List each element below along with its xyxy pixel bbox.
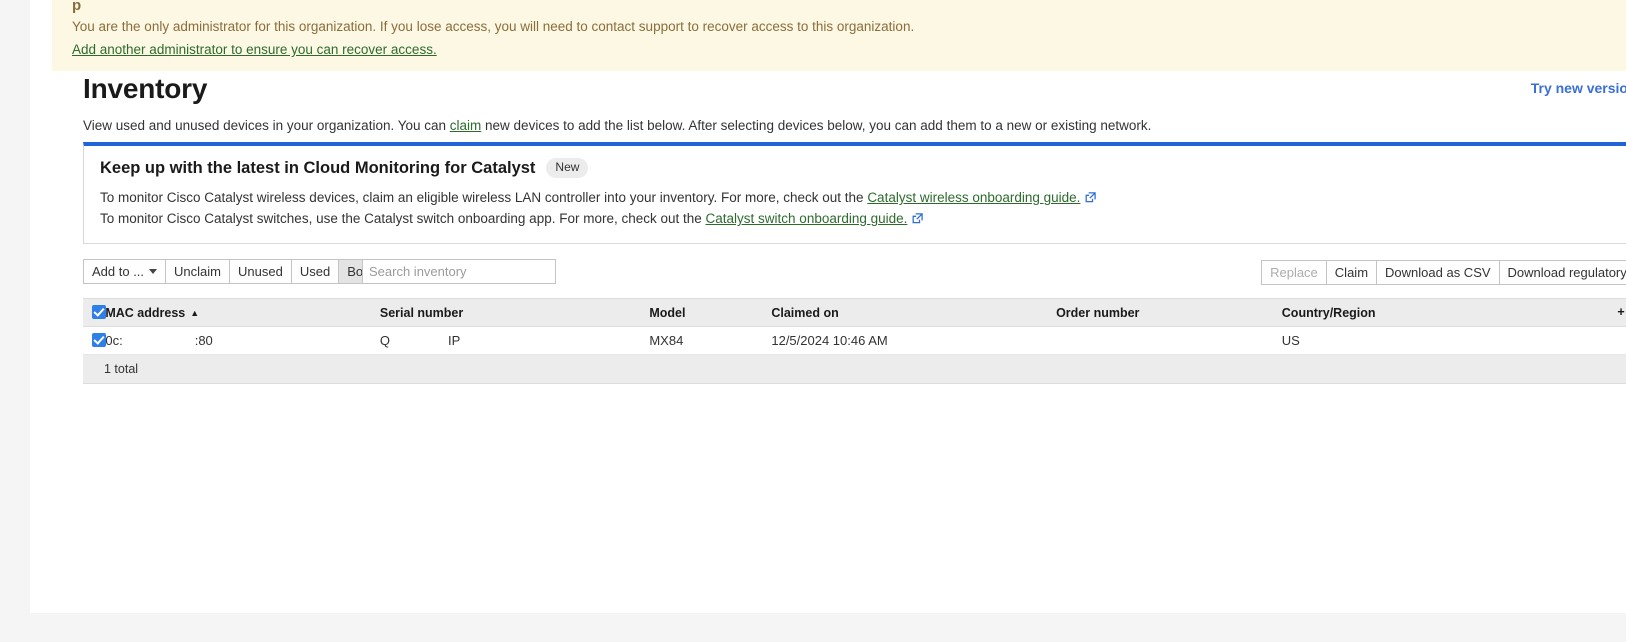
column-header-mac-address[interactable]: MAC address ▲ [105,298,380,327]
cell-mac-address: 0c: :80 [105,326,380,355]
action-button-group: Replace Claim Download as CSV Download r… [1261,260,1626,285]
download-regulatory-file-button[interactable]: Download regulatory file [1498,260,1626,285]
table-header-row: MAC address ▲ Serial number Model Claimed… [83,298,1626,327]
catalyst-switch-line: To monitor Cisco Catalyst switches, use … [100,208,1626,229]
table-total-row: 1 total [83,355,1626,384]
mac-suffix: :80 [194,333,213,348]
external-link-icon [1085,188,1097,203]
page-subtitle: View used and unused devices in your org… [83,117,1151,135]
add-administrator-link[interactable]: Add another administrator to ensure you … [72,42,437,57]
cell-order-number [1056,326,1282,355]
column-header-order-number[interactable]: Order number [1056,298,1282,327]
cell-spacer [1617,326,1626,355]
column-header-serial-number[interactable]: Serial number [379,298,650,327]
inventory-page: p You are the only administrator for thi… [30,0,1626,613]
row-select-cell [83,326,106,355]
select-all-header [83,298,106,327]
column-header-claimed-on[interactable]: Claimed on [771,298,1057,327]
external-link-icon [912,209,924,224]
cell-serial-number: Q IP [379,326,650,355]
column-header-model[interactable]: Model [649,298,772,327]
table-row[interactable]: 0c: :80 Q IP MX84 12/5/2024 10:46 AM US [83,326,1626,355]
try-new-version-link[interactable]: Try new versio [1531,80,1626,96]
add-to-label: Add to ... [92,264,145,279]
serial-prefix: Q [379,333,391,348]
inventory-toolbar: Add to ... Unclaim Unused Used Both Repl… [83,259,1626,285]
search-input[interactable] [362,259,556,284]
filter-unused-button[interactable]: Unused [229,259,291,284]
sort-ascending-icon: ▲ [190,307,200,318]
page-title-row: Inventory Try new versio [52,72,1626,112]
inventory-table: MAC address ▲ Serial number Model Claimed… [83,298,1626,355]
catalyst-callout-card: Keep up with the latest in Cloud Monitor… [83,142,1626,244]
subtitle-text-after: new devices to add the list below. After… [481,118,1152,133]
mac-prefix: 0c: [105,333,123,348]
select-all-checkbox[interactable] [92,305,106,319]
claim-link[interactable]: claim [450,118,482,133]
filter-button-group: Add to ... Unclaim Unused Used Both [83,259,383,284]
download-csv-button[interactable]: Download as CSV [1376,260,1499,285]
catalyst-wireless-line: To monitor Cisco Catalyst wireless devic… [100,187,1626,208]
catalyst-callout-title: Keep up with the latest in Cloud Monitor… [100,159,536,177]
catalyst-switch-text: To monitor Cisco Catalyst switches, use … [100,211,706,226]
subtitle-text-before: View used and unused devices in your org… [83,118,450,133]
catalyst-callout-header: Keep up with the latest in Cloud Monitor… [100,158,1626,178]
inventory-table-wrap: MAC address ▲ Serial number Model Claimed… [83,298,1626,384]
chevron-down-icon [149,269,158,274]
new-badge: New [546,158,589,178]
cell-claimed-on: 12/5/2024 10:46 AM [771,326,1057,355]
unclaim-button[interactable]: Unclaim [165,259,230,284]
catalyst-wireless-guide-link[interactable]: Catalyst wireless onboarding guide. [867,190,1080,205]
catalyst-wireless-text: To monitor Cisco Catalyst wireless devic… [100,190,868,205]
claim-button[interactable]: Claim [1325,260,1377,285]
filter-used-button[interactable]: Used [290,259,339,284]
admin-warning-banner: p You are the only administrator for thi… [52,0,1626,71]
cell-country-region: US [1281,326,1618,355]
cell-model: MX84 [649,326,772,355]
page-title: Inventory [83,73,208,104]
serial-suffix: IP [448,333,461,348]
add-to-dropdown-button[interactable]: Add to ... [83,259,166,284]
replace-button[interactable]: Replace [1261,260,1326,285]
admin-banner-heading: p [72,0,82,14]
column-header-country-region[interactable]: Country/Region [1281,298,1618,327]
row-checkbox[interactable] [92,333,106,347]
admin-banner-text: You are the only administrator for this … [72,19,915,34]
add-column-button[interactable]: + [1617,298,1626,327]
catalyst-switch-guide-link[interactable]: Catalyst switch onboarding guide. [706,211,908,226]
column-label-mac-address: MAC address [105,305,186,320]
